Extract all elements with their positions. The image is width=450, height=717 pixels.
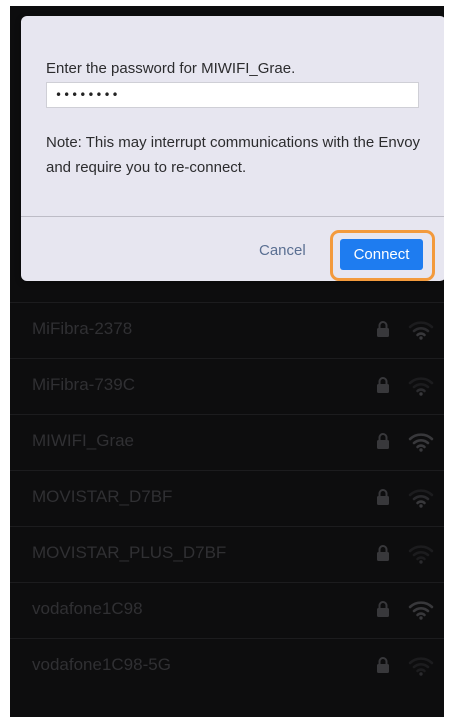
lock-icon	[377, 321, 389, 337]
wifi-network-name: MOVISTAR_D7BF	[32, 487, 173, 506]
password-prompt: Enter the password for MIWIFI_Grae.	[46, 60, 296, 77]
wifi-network-row[interactable]: vodafone1C98-5G	[10, 638, 444, 694]
wifi-signal-icon	[408, 657, 434, 676]
phone-screen: MiFibra-2378 MiFibra-739C MIWIFI_Grae MO…	[10, 6, 444, 717]
wifi-network-row[interactable]: MIWIFI_Grae	[10, 414, 444, 470]
wifi-network-row[interactable]: MOVISTAR_D7BF	[10, 470, 444, 526]
lock-icon	[377, 657, 389, 673]
connect-button[interactable]: Connect	[340, 239, 423, 270]
wifi-network-name: vodafone1C98-5G	[32, 655, 171, 674]
wifi-signal-icon	[408, 377, 434, 396]
wifi-network-name: MiFibra-2378	[32, 319, 133, 338]
wifi-network-row[interactable]: MiFibra-2378	[10, 302, 444, 358]
wifi-network-name: vodafone1C98	[32, 599, 143, 618]
wifi-network-name: MOVISTAR_PLUS_D7BF	[32, 543, 227, 562]
wifi-network-list: MiFibra-2378 MiFibra-739C MIWIFI_Grae MO…	[10, 302, 444, 694]
cancel-button[interactable]: Cancel	[259, 242, 306, 259]
lock-icon	[377, 377, 389, 393]
wifi-signal-icon	[408, 321, 434, 340]
wifi-signal-icon	[408, 545, 434, 564]
interrupt-note: Note: This may interrupt communications …	[46, 134, 421, 176]
lock-icon	[377, 601, 389, 617]
lock-icon	[377, 433, 389, 449]
wifi-signal-icon	[408, 433, 434, 452]
wifi-network-row[interactable]: vodafone1C98	[10, 582, 444, 638]
wifi-signal-icon	[408, 601, 434, 620]
lock-icon	[377, 489, 389, 505]
wifi-network-name: MiFibra-739C	[32, 375, 135, 394]
lock-icon	[377, 545, 389, 561]
password-dialog: Enter the password for MIWIFI_Grae. Note…	[21, 16, 444, 281]
wifi-network-name: MIWIFI_Grae	[32, 431, 135, 450]
password-input[interactable]	[46, 82, 419, 108]
wifi-network-row[interactable]: MOVISTAR_PLUS_D7BF	[10, 526, 444, 582]
dialog-divider	[21, 216, 444, 217]
wifi-network-row[interactable]: MiFibra-739C	[10, 358, 444, 414]
wifi-signal-icon	[408, 489, 434, 508]
